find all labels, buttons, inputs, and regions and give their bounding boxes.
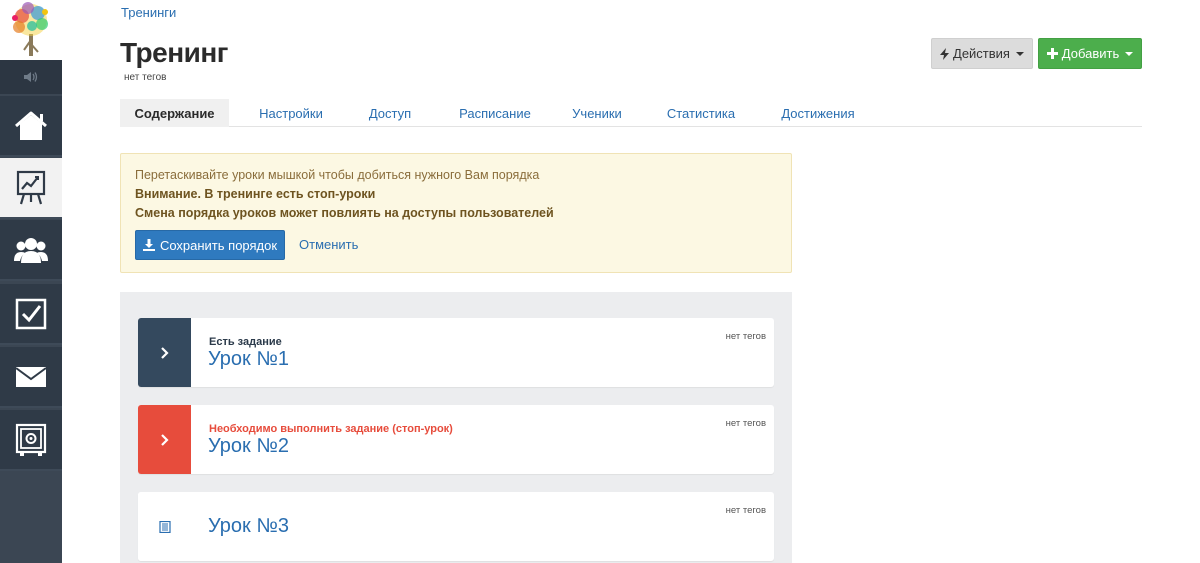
notice-hint: Перетаскивайте уроки мышкой чтобы добить… <box>135 168 540 182</box>
add-button[interactable]: Добавить <box>1038 38 1142 69</box>
bolt-icon <box>940 47 950 60</box>
main-content: Тренинги Тренинг нет тегов Действия Доба… <box>62 0 1200 563</box>
lessons-list: Есть задание Урок №1 нет тегов Необходим… <box>120 292 792 563</box>
sidebar-item-finance[interactable] <box>0 410 62 471</box>
lesson-status: Есть задание <box>209 336 282 348</box>
tab-content[interactable]: Содержание <box>120 99 229 127</box>
safe-icon <box>15 423 47 456</box>
actions-button[interactable]: Действия <box>931 38 1033 69</box>
save-order-button[interactable]: Сохранить порядок <box>135 230 285 260</box>
sidebar-item-home[interactable] <box>0 96 62 157</box>
lesson-tags: нет тегов <box>725 331 766 342</box>
home-icon <box>15 111 47 140</box>
notice-access-warning: Смена порядка уроков может повлиять на д… <box>135 206 554 220</box>
document-icon <box>158 520 171 533</box>
lesson-item[interactable]: Есть задание Урок №1 нет тегов <box>138 318 774 387</box>
tab-statistics[interactable]: Статистика <box>658 99 744 127</box>
notifications-toggle[interactable] <box>0 60 62 94</box>
lesson-expand-handle[interactable] <box>138 405 191 474</box>
page-title: Тренинг <box>120 37 228 68</box>
mail-icon <box>15 366 47 387</box>
logo[interactable] <box>0 0 62 60</box>
tab-schedule[interactable]: Расписание <box>446 99 544 127</box>
chevron-right-icon <box>161 433 169 446</box>
tree-logo-icon <box>12 2 48 56</box>
tab-access[interactable]: Доступ <box>352 99 428 127</box>
sidebar-item-tasks[interactable] <box>0 284 62 345</box>
page-tags: нет тегов <box>124 72 167 83</box>
lesson-tags: нет тегов <box>725 418 766 429</box>
chevron-right-icon <box>161 346 169 359</box>
download-icon <box>142 239 155 251</box>
sidebar-item-users[interactable] <box>0 220 62 281</box>
lesson-title[interactable]: Урок №1 <box>208 348 289 371</box>
plus-icon <box>1046 48 1058 59</box>
sidebar-item-trainings[interactable] <box>0 158 62 219</box>
tab-settings[interactable]: Настройки <box>248 99 334 127</box>
tab-students[interactable]: Ученики <box>562 99 632 127</box>
lesson-title[interactable]: Урок №3 <box>208 515 289 538</box>
lesson-item[interactable]: Необходимо выполнить задание (стоп-урок)… <box>138 405 774 474</box>
lesson-item[interactable]: Урок №3 нет тегов <box>138 492 774 561</box>
add-label: Добавить <box>1061 46 1120 61</box>
lesson-expand-handle[interactable] <box>138 318 191 387</box>
cancel-link[interactable]: Отменить <box>299 237 358 252</box>
caret-down-icon <box>1015 51 1024 56</box>
chart-icon <box>16 170 46 204</box>
lesson-status: Необходимо выполнить задание (стоп-урок) <box>209 423 453 435</box>
users-icon <box>14 237 48 263</box>
lesson-tags: нет тегов <box>725 505 766 516</box>
breadcrumb[interactable]: Тренинги <box>121 5 176 20</box>
sidebar-item-messages[interactable] <box>0 347 62 408</box>
actions-label: Действия <box>953 46 1010 61</box>
save-order-label: Сохранить порядок <box>159 237 278 253</box>
speaker-icon <box>24 72 38 82</box>
lesson-type-marker <box>138 492 191 561</box>
caret-down-icon <box>1125 51 1134 56</box>
notice-warning: Внимание. В тренинге есть стоп-уроки <box>135 187 376 201</box>
lesson-title[interactable]: Урок №2 <box>208 435 289 458</box>
tab-achievements[interactable]: Достижения <box>770 99 866 127</box>
reorder-notice: Перетаскивайте уроки мышкой чтобы добить… <box>120 153 792 273</box>
tabs-bar: Содержание Настройки Доступ Расписание У… <box>120 99 1142 127</box>
sidebar <box>0 0 62 563</box>
checkbox-icon <box>15 298 47 329</box>
